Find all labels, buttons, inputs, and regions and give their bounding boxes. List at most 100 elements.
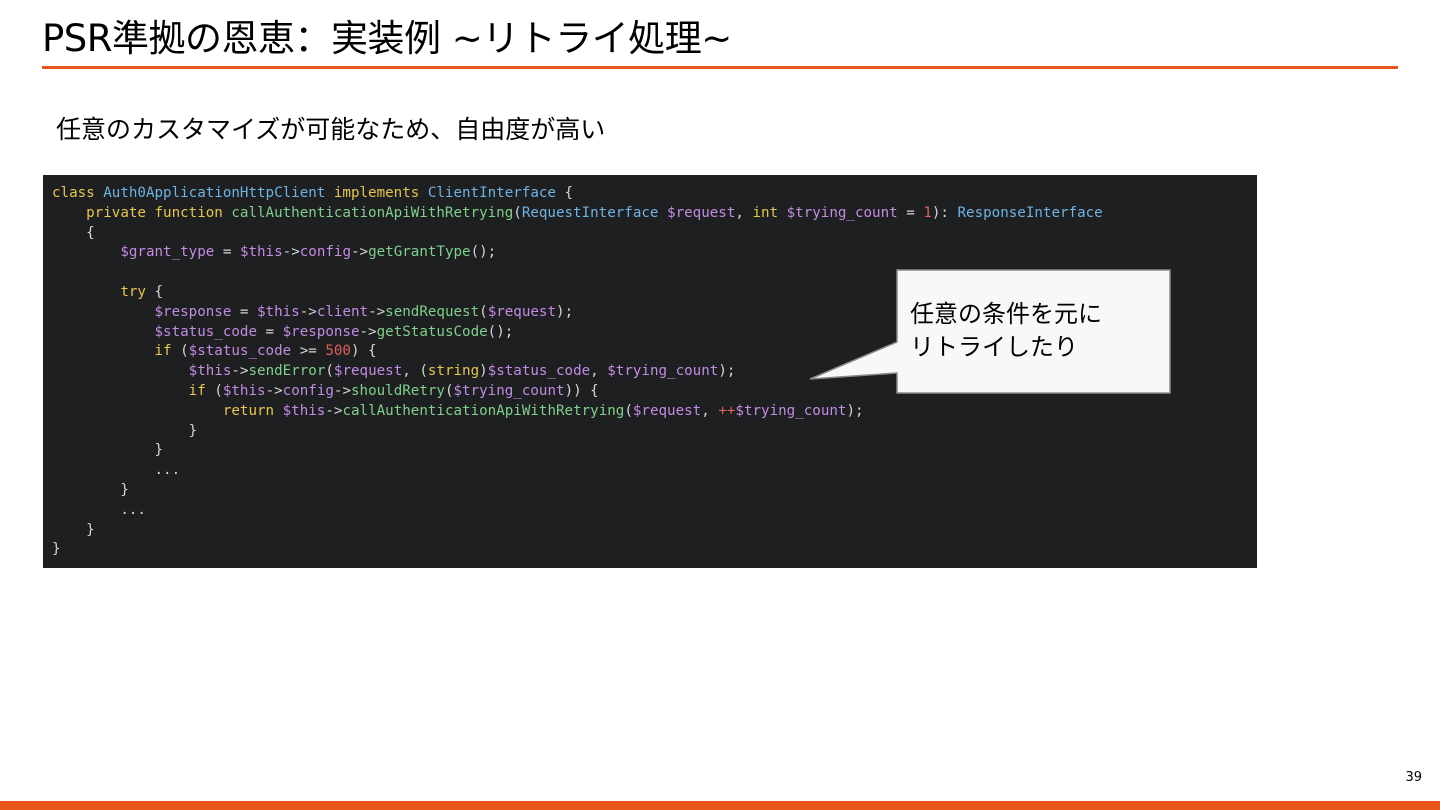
code-token: $response xyxy=(154,303,240,320)
slide-title: PSR準拠の恩恵：実装例 ~リトライ処理~ xyxy=(42,17,732,60)
code-token: getGrantType xyxy=(368,244,471,261)
code-line: $this->sendError($request, (string)$stat… xyxy=(52,362,1257,382)
code-token: ); xyxy=(556,303,574,320)
code-line: { xyxy=(52,224,1257,244)
code-line: return $this->callAuthenticationApiWithR… xyxy=(52,402,1257,422)
code-token: $this xyxy=(257,303,300,320)
code-token: ... xyxy=(52,501,146,518)
code-token: -> xyxy=(351,244,369,261)
code-token: string xyxy=(427,363,480,380)
code-token: } xyxy=(52,541,61,558)
code-line: } xyxy=(52,540,1257,560)
code-token: $this xyxy=(282,402,326,419)
code-token: = xyxy=(222,244,240,261)
code-line: } xyxy=(52,521,1257,541)
code-token: ( xyxy=(624,402,633,419)
code-line: ... xyxy=(52,461,1257,481)
code-token: config xyxy=(299,244,351,261)
code-token: callAuthenticationApiWithRetrying xyxy=(342,402,625,419)
code-token: ClientInterface xyxy=(427,185,565,201)
code-token: $trying_count xyxy=(786,204,907,221)
code-token: )) { xyxy=(564,382,599,399)
page-number: 39 xyxy=(1405,770,1422,785)
code-token: -> xyxy=(231,363,249,380)
code-token: } xyxy=(52,422,198,439)
code-token: ++ xyxy=(718,402,736,419)
code-token: ) xyxy=(479,363,488,380)
code-line: class Auth0ApplicationHttpClient impleme… xyxy=(52,184,1257,204)
code-line: } xyxy=(52,481,1257,501)
code-token: return xyxy=(222,402,283,419)
code-token: (); xyxy=(487,323,514,340)
code-token: $trying_count xyxy=(453,382,565,399)
title-underline xyxy=(42,66,1398,69)
code-line: if ($this->config->shouldRetry($trying_c… xyxy=(52,382,1257,402)
code-token: int xyxy=(752,204,787,221)
code-token: ): xyxy=(931,204,958,221)
code-token: ); xyxy=(718,363,736,380)
code-token: Auth0ApplicationHttpClient xyxy=(103,185,334,201)
code-token: class xyxy=(52,185,104,201)
code-token: = xyxy=(239,303,258,320)
code-token: -> xyxy=(282,244,300,261)
code-token: $trying_count xyxy=(607,363,719,380)
code-token: $trying_count xyxy=(735,402,847,419)
code-token: ResponseInterface xyxy=(957,204,1103,221)
code-token: client xyxy=(316,303,369,320)
code-token: -> xyxy=(368,303,386,320)
code-token: $this xyxy=(188,363,232,380)
code-token: ... xyxy=(52,462,181,479)
code-block: class Auth0ApplicationHttpClient impleme… xyxy=(43,175,1257,568)
code-token: -> xyxy=(359,323,377,340)
footer-bar xyxy=(0,801,1440,810)
code-token: ( xyxy=(214,382,223,399)
code-token: ( xyxy=(479,303,488,320)
code-token: } xyxy=(52,521,95,538)
code-token: { xyxy=(564,185,574,201)
code-token: { xyxy=(154,283,164,300)
code-token: , xyxy=(701,402,719,419)
code-token: sendError xyxy=(248,363,326,380)
code-token: $grant_type xyxy=(120,244,223,261)
code-token: config xyxy=(282,382,334,399)
code-token: } xyxy=(52,442,164,459)
code-token: $status_code xyxy=(188,343,300,360)
code-line: ... xyxy=(52,501,1257,521)
code-token: $request xyxy=(487,303,557,320)
code-token: 500 xyxy=(325,343,351,360)
code-token: $response xyxy=(282,323,360,340)
code-line: } xyxy=(52,441,1257,461)
code-token: sendRequest xyxy=(385,303,480,320)
code-token: $status_code xyxy=(154,323,266,340)
code-token: -> xyxy=(299,303,317,320)
code-token: ) { xyxy=(350,343,377,360)
code-token: try xyxy=(120,283,155,300)
code-token: , xyxy=(735,204,753,221)
code-token: RequestInterface xyxy=(521,204,668,221)
code-token: getStatusCode xyxy=(376,323,488,340)
code-line: private function callAuthenticationApiWi… xyxy=(52,204,1257,224)
code-token: $this xyxy=(222,382,266,399)
code-token: -> xyxy=(325,402,343,419)
speech-bubble-text: 任意の条件を元に リトライしたり xyxy=(910,300,1102,361)
code-token: = xyxy=(906,204,924,221)
code-token: private function xyxy=(86,204,232,221)
code-token: $request xyxy=(333,363,403,380)
code-token: } xyxy=(52,481,129,498)
code-token: -> xyxy=(265,382,283,399)
code-token: , ( xyxy=(402,363,428,380)
code-token: $status_code xyxy=(487,363,591,380)
code-token: if xyxy=(154,343,181,360)
code-line: $grant_type = $this->config->getGrantTyp… xyxy=(52,243,1257,263)
code-token: ); xyxy=(846,402,864,419)
code-line: } xyxy=(52,422,1257,442)
code-token: 1 xyxy=(923,204,932,221)
